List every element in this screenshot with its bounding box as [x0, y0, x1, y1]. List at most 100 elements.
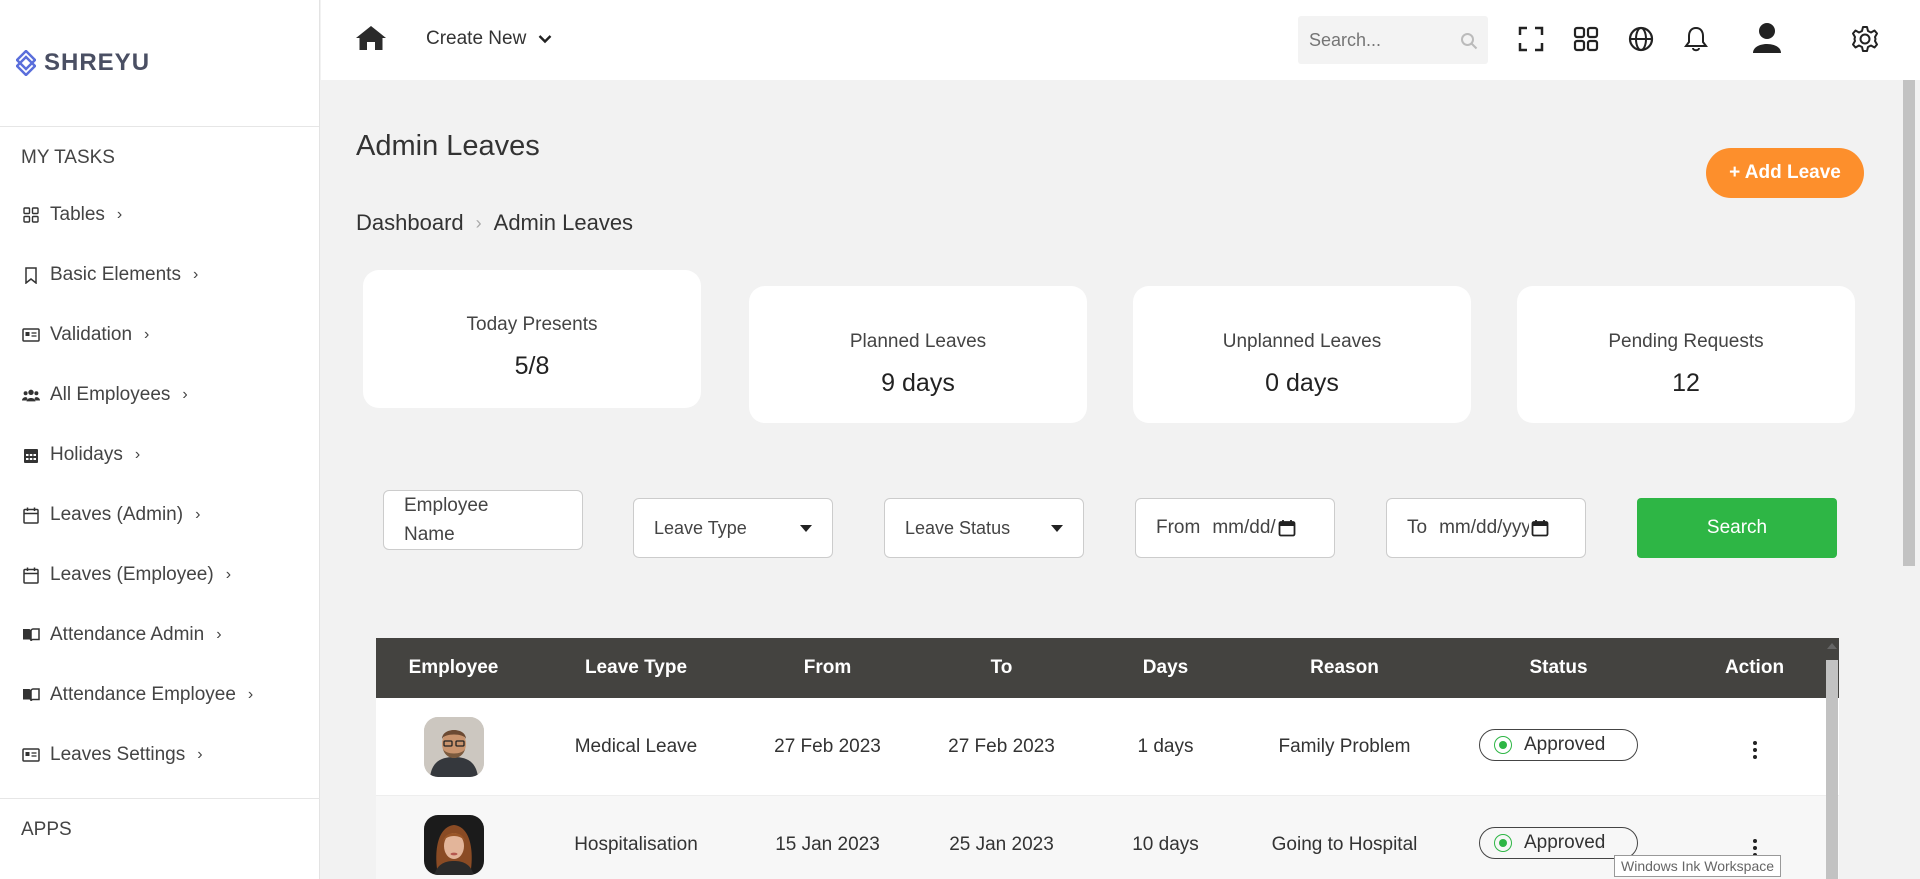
page-scrollbar[interactable] — [1901, 80, 1917, 566]
sidebar-item-leaves-admin[interactable]: Leaves (Admin) › — [0, 485, 319, 545]
status-label: Approved — [1524, 832, 1606, 853]
breadcrumb: Dashboard › Admin Leaves — [356, 210, 633, 236]
from-label: From — [1156, 517, 1201, 538]
employee-name-placeholder: Employee Name — [404, 495, 489, 545]
chevron-right-icon: › — [192, 266, 199, 283]
apps-grid-icon[interactable] — [1572, 25, 1600, 53]
stat-value: 9 days — [881, 369, 955, 397]
create-new-label: Create New — [426, 28, 527, 49]
column-header-employee[interactable]: Employee — [376, 657, 531, 679]
sidebar-item-holidays[interactable]: Holidays › — [0, 425, 319, 485]
sidebar-item-label: Leaves (Employee) — [50, 564, 214, 585]
chevron-right-icon: › — [195, 506, 201, 523]
column-header-days[interactable]: Days — [1089, 657, 1242, 679]
globe-icon[interactable] — [1627, 25, 1655, 53]
sidebar-item-all-employees[interactable]: All Employees › — [0, 365, 319, 425]
sidebar-item-validation[interactable]: Validation › — [0, 305, 319, 365]
radio-dot-icon — [1494, 736, 1512, 754]
to-date-input[interactable]: To mm/dd/yyy — [1386, 498, 1586, 558]
days-cell: 10 days — [1132, 833, 1199, 855]
stat-card-planned-leaves: Planned Leaves 9 days — [749, 286, 1087, 423]
topbar: Create New — [321, 0, 1920, 80]
table-header-row: Employee Leave Type From To Days Reason … — [376, 638, 1839, 698]
to-date-cell: 25 Jan 2023 — [949, 833, 1054, 855]
create-new-dropdown[interactable]: Create New — [426, 28, 552, 50]
id-card-icon — [22, 746, 40, 764]
scrollbar-thumb[interactable] — [1903, 80, 1915, 566]
breadcrumb-current: Admin Leaves — [493, 210, 634, 235]
sidebar-item-basic-elements[interactable]: Basic Elements › — [0, 245, 319, 305]
sidebar-item-tables[interactable]: Tables › — [0, 185, 319, 245]
column-header-leave-type[interactable]: Leave Type — [531, 657, 741, 679]
logo[interactable]: SHREYU — [0, 0, 319, 127]
table-scrollbar[interactable] — [1824, 640, 1840, 879]
search-box — [1298, 16, 1488, 64]
section-title-my-tasks: MY TASKS — [21, 147, 115, 168]
sidebar-item-label: Attendance Admin — [50, 624, 205, 645]
sidebar-item-leaves-settings[interactable]: Leaves Settings › — [0, 725, 319, 785]
breadcrumb-dashboard[interactable]: Dashboard — [356, 210, 464, 236]
to-date-cell: 27 Feb 2023 — [948, 735, 1055, 757]
stat-card-unplanned-leaves: Unplanned Leaves 0 days — [1133, 286, 1471, 423]
leave-type-cell: Hospitalisation — [574, 833, 698, 855]
employee-cell — [376, 716, 531, 777]
chevron-right-icon: › — [116, 206, 123, 223]
status-badge[interactable]: Approved — [1479, 729, 1638, 761]
users-icon — [22, 386, 40, 404]
status-label: Approved — [1524, 734, 1606, 755]
sidebar-item-label: Basic Elements — [50, 264, 181, 285]
sidebar-item-attendance-employee[interactable]: Attendance Employee › — [0, 665, 319, 725]
sidebar-item-leaves-employee[interactable]: Leaves (Employee) › — [0, 545, 319, 605]
leave-type-select[interactable]: Leave Type — [633, 498, 833, 558]
scroll-up-arrow-icon[interactable] — [1827, 643, 1837, 649]
id-card-icon — [22, 326, 40, 344]
action-cell — [1670, 729, 1839, 760]
to-label: To — [1407, 517, 1428, 538]
caret-down-icon — [800, 525, 812, 532]
sidebar-item-attendance-admin[interactable]: Attendance Admin › — [0, 605, 319, 665]
search-button[interactable]: Search — [1637, 498, 1837, 558]
section-title-apps: APPS — [0, 798, 320, 841]
column-header-reason[interactable]: Reason — [1242, 657, 1447, 679]
column-header-status[interactable]: Status — [1447, 657, 1670, 679]
search-input[interactable] — [1309, 29, 1449, 51]
radio-dot-icon — [1494, 834, 1512, 852]
calendar-icon[interactable] — [1278, 519, 1296, 537]
main-content: Admin Leaves Dashboard › Admin Leaves + … — [321, 80, 1900, 879]
column-header-from[interactable]: From — [741, 657, 914, 679]
sidebar-item-label: Validation — [50, 324, 133, 345]
leave-type-value: Leave Type — [654, 517, 747, 538]
from-date-input[interactable]: From mm/dd/ — [1135, 498, 1335, 558]
kebab-menu-icon[interactable] — [1752, 740, 1757, 760]
scrollbar-thumb[interactable] — [1826, 660, 1838, 879]
from-date-cell: 15 Jan 2023 — [775, 833, 880, 855]
stat-value: 5/8 — [514, 352, 550, 380]
leave-status-select[interactable]: Leave Status — [884, 498, 1084, 558]
user-icon[interactable] — [1751, 22, 1783, 54]
add-leave-button[interactable]: + Add Leave — [1706, 148, 1864, 198]
avatar[interactable] — [423, 716, 484, 777]
calendar-icon[interactable] — [1531, 519, 1549, 537]
gear-icon[interactable] — [1851, 25, 1879, 53]
sidebar-item-label: Tables — [50, 204, 105, 225]
chevron-right-icon: › — [225, 566, 232, 583]
employee-cell — [376, 814, 531, 875]
leave-status-value: Leave Status — [905, 517, 1011, 538]
from-date-cell: 27 Feb 2023 — [774, 735, 881, 757]
employee-name-input[interactable]: Employee Name — [383, 490, 583, 550]
logo-icon — [16, 50, 36, 76]
stat-value: 0 days — [1265, 369, 1339, 397]
column-header-to[interactable]: To — [914, 657, 1089, 679]
table-row[interactable]: Medical Leave 27 Feb 2023 27 Feb 2023 1 … — [376, 698, 1839, 796]
home-icon[interactable] — [355, 24, 387, 52]
reason-cell: Family Problem — [1278, 735, 1411, 757]
fullscreen-icon[interactable] — [1517, 25, 1545, 53]
bookmark-icon — [22, 266, 40, 284]
search-icon[interactable] — [1460, 32, 1478, 50]
leaves-table: Employee Leave Type From To Days Reason … — [376, 638, 1839, 879]
to-date-value: mm/dd/yyy — [1439, 517, 1530, 538]
chevron-down-icon — [538, 35, 552, 44]
avatar[interactable] — [423, 814, 484, 875]
bell-icon[interactable] — [1682, 25, 1710, 53]
column-header-action: Action — [1724, 657, 1785, 678]
